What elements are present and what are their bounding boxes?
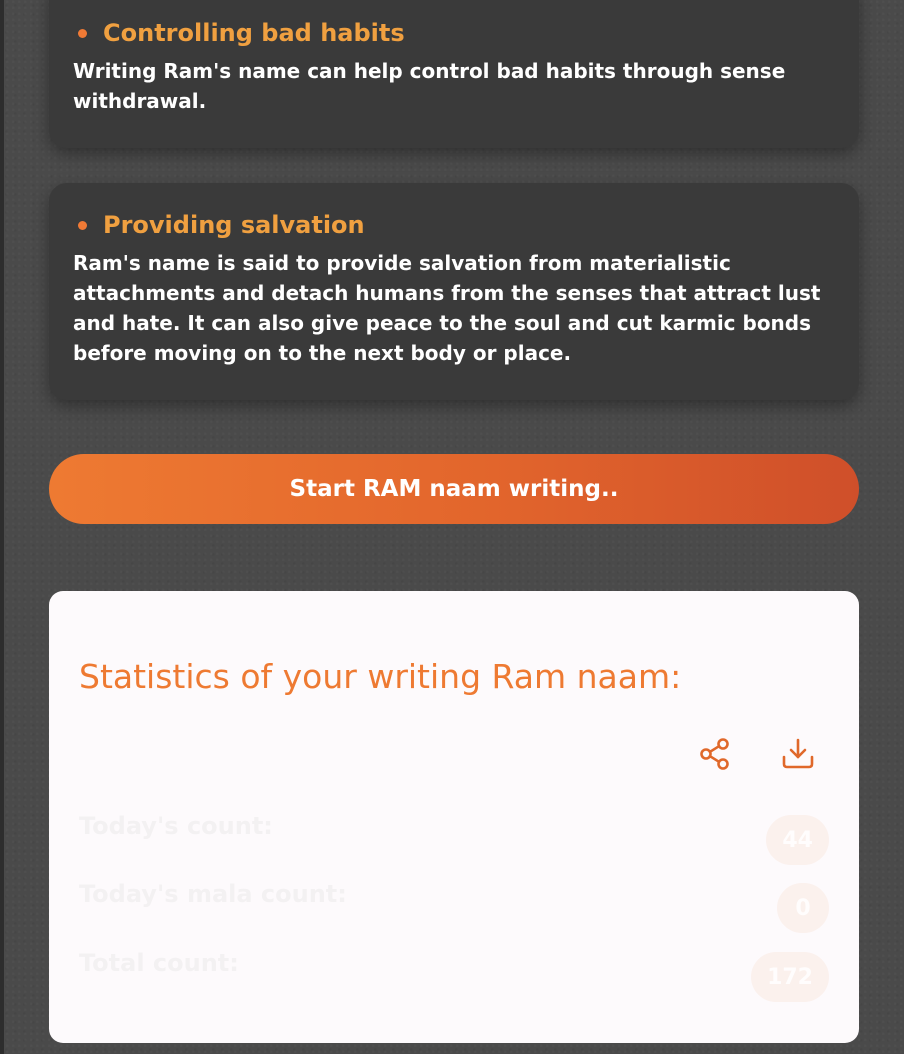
stat-label: Today's mala count: (79, 880, 347, 908)
benefit-title: Controlling bad habits (103, 19, 405, 47)
stat-value-badge: 0 (777, 883, 829, 933)
bullet-dot-icon (78, 28, 87, 38)
benefit-heading: Providing salvation (73, 210, 835, 240)
stat-value-badge: 172 (751, 952, 829, 1002)
stat-label: Today's count: (79, 812, 273, 840)
statistics-card: Statistics of your writing Ram naam: Tod… (49, 591, 859, 1043)
benefit-text: Ram's name is said to provide salvation … (73, 251, 821, 365)
start-writing-button[interactable]: Start RAM naam writing.. (49, 454, 859, 524)
download-button[interactable] (776, 732, 820, 776)
stat-row-total-count: Total count: 172 (79, 948, 829, 1002)
stat-row-today-count: Today's count: 44 (79, 811, 829, 865)
benefit-text: Writing Ram's name can help control bad … (73, 59, 786, 113)
left-edge (0, 0, 4, 1054)
share-icon (700, 738, 729, 770)
benefit-card-salvation: Providing salvation Ram's name is said t… (49, 183, 859, 400)
stat-label: Total count: (79, 949, 239, 977)
benefit-heading: Controlling bad habits (73, 18, 835, 48)
bullet-dot-icon (78, 220, 87, 230)
share-button[interactable] (693, 732, 737, 776)
stat-row-mala-count: Today's mala count: 0 (79, 879, 829, 933)
statistics-title: Statistics of your writing Ram naam: (79, 657, 682, 696)
stat-value-badge: 44 (766, 815, 829, 865)
benefit-title: Providing salvation (103, 211, 365, 239)
benefit-card-bad-habits: Controlling bad habits Writing Ram's nam… (49, 0, 859, 148)
download-icon (782, 738, 814, 769)
